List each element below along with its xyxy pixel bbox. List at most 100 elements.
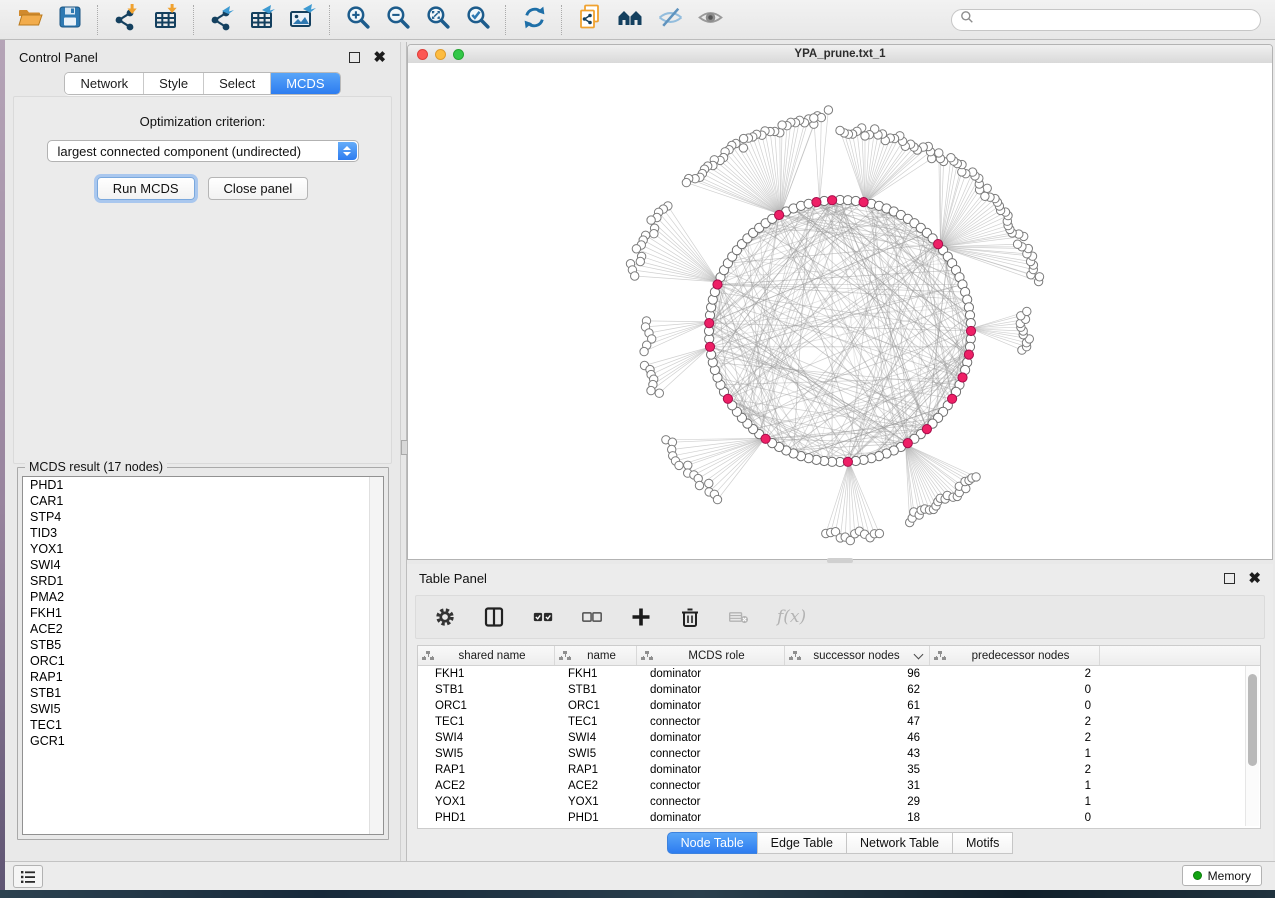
control-panel-tab[interactable]: MCDS bbox=[270, 73, 339, 94]
add-icon[interactable] bbox=[630, 606, 652, 628]
export-image-button[interactable] bbox=[282, 3, 322, 37]
run-mcds-button[interactable]: Run MCDS bbox=[97, 177, 195, 200]
close-window-button[interactable] bbox=[417, 49, 428, 60]
mcds-result-item[interactable]: YOX1 bbox=[23, 541, 383, 557]
mcds-result-item[interactable]: TEC1 bbox=[23, 717, 383, 733]
table-row[interactable]: YOX1 YOX1 connector 29 1 bbox=[418, 794, 1260, 810]
maximize-window-button[interactable] bbox=[453, 49, 464, 60]
mcds-result-item[interactable]: RAP1 bbox=[23, 669, 383, 685]
import-network-button[interactable] bbox=[106, 3, 146, 37]
zoom-fit-button[interactable] bbox=[418, 3, 458, 37]
network-canvas[interactable] bbox=[408, 63, 1272, 559]
table-row[interactable]: PHD1 PHD1 dominator 18 0 bbox=[418, 810, 1260, 826]
network-graph bbox=[408, 63, 1272, 560]
network-window[interactable]: YPA_prune.txt_1 bbox=[407, 44, 1273, 560]
control-panel-tab[interactable]: Select bbox=[203, 73, 270, 94]
apply-layout-button[interactable] bbox=[514, 3, 554, 37]
hide-selected-button[interactable] bbox=[650, 3, 690, 37]
mcds-result-item[interactable]: STP4 bbox=[23, 509, 383, 525]
table-row[interactable]: TEC1 TEC1 connector 47 2 bbox=[418, 714, 1260, 730]
mcds-result-item[interactable]: CAR1 bbox=[23, 493, 383, 509]
mcds-result-item[interactable]: ORC1 bbox=[23, 653, 383, 669]
control-panel-tab[interactable]: Style bbox=[143, 73, 203, 94]
main-toolbar bbox=[0, 0, 1275, 40]
column-header[interactable]: MCDS role bbox=[637, 646, 785, 665]
float-table-panel-icon[interactable] bbox=[1224, 573, 1235, 584]
minimize-window-button[interactable] bbox=[435, 49, 446, 60]
mcds-result-title: MCDS result (17 nodes) bbox=[25, 460, 167, 474]
column-header[interactable]: predecessor nodes bbox=[930, 646, 1100, 665]
horizontal-splitter-handle[interactable] bbox=[827, 558, 853, 563]
select-all-icon[interactable] bbox=[532, 606, 554, 628]
column-header[interactable]: name bbox=[555, 646, 637, 665]
node-table-header: shared name name MCDS role successor nod… bbox=[418, 646, 1260, 666]
first-neighbors-button[interactable] bbox=[610, 3, 650, 37]
new-network-from-selection-button[interactable] bbox=[570, 3, 610, 37]
mcds-result-item[interactable]: STB1 bbox=[23, 685, 383, 701]
mcds-result-item[interactable]: SRD1 bbox=[23, 573, 383, 589]
toolbar-separator bbox=[97, 5, 99, 35]
save-session-button[interactable] bbox=[50, 3, 90, 37]
memory-label: Memory bbox=[1208, 869, 1251, 883]
mcds-result-item[interactable]: PMA2 bbox=[23, 589, 383, 605]
desktop-wallpaper-bottom bbox=[0, 890, 1275, 898]
show-all-button[interactable] bbox=[690, 3, 730, 37]
float-panel-icon[interactable] bbox=[349, 52, 360, 63]
table-row[interactable]: FKH1 FKH1 dominator 96 2 bbox=[418, 666, 1260, 682]
toolbar-separator bbox=[561, 5, 563, 35]
control-panel: Control Panel ✖ NetworkStyleSelectMCDS O… bbox=[5, 42, 400, 862]
table-row[interactable]: ACE2 ACE2 connector 31 1 bbox=[418, 778, 1260, 794]
memory-button[interactable]: Memory bbox=[1182, 865, 1262, 886]
open-file-button[interactable] bbox=[10, 3, 50, 37]
export-table-button[interactable] bbox=[242, 3, 282, 37]
optimization-criterion-label: Optimization criterion: bbox=[14, 114, 391, 129]
search-input[interactable] bbox=[974, 12, 1252, 28]
table-row[interactable]: STB1 STB1 dominator 62 0 bbox=[418, 682, 1260, 698]
mcds-list-scrollbar[interactable] bbox=[369, 477, 383, 834]
mcds-result-item[interactable]: TID3 bbox=[23, 525, 383, 541]
column-header[interactable]: successor nodes bbox=[785, 646, 930, 665]
mcds-result-item[interactable]: STB5 bbox=[23, 637, 383, 653]
table-row[interactable]: SWI5 SWI5 connector 43 1 bbox=[418, 746, 1260, 762]
delete-column-icon[interactable] bbox=[728, 606, 750, 628]
table-tab[interactable]: Node Table bbox=[667, 832, 758, 854]
table-tab[interactable]: Edge Table bbox=[757, 832, 847, 854]
zoom-selected-button[interactable] bbox=[458, 3, 498, 37]
gear-icon[interactable] bbox=[434, 606, 456, 628]
mcds-result-list[interactable]: PHD1CAR1STP4TID3YOX1SWI4SRD1PMA2FKH1ACE2… bbox=[22, 476, 384, 835]
import-table-button[interactable] bbox=[146, 3, 186, 37]
table-scrollbar-thumb[interactable] bbox=[1248, 674, 1257, 766]
toolbar-separator bbox=[193, 5, 195, 35]
close-table-panel-icon[interactable]: ✖ bbox=[1248, 574, 1261, 583]
mcds-result-item[interactable]: FKH1 bbox=[23, 605, 383, 621]
table-tab[interactable]: Motifs bbox=[952, 832, 1013, 854]
vertical-splitter[interactable] bbox=[400, 42, 407, 862]
table-row[interactable]: SWI4 SWI4 dominator 46 2 bbox=[418, 730, 1260, 746]
task-history-button[interactable] bbox=[13, 865, 43, 888]
show-columns-icon[interactable] bbox=[483, 606, 505, 628]
mcds-result-item[interactable]: SWI5 bbox=[23, 701, 383, 717]
list-icon bbox=[20, 870, 36, 884]
status-bar: Memory bbox=[5, 861, 1275, 890]
zoom-out-button[interactable] bbox=[378, 3, 418, 37]
close-panel-button[interactable]: Close panel bbox=[208, 177, 309, 200]
delete-icon[interactable] bbox=[679, 606, 701, 628]
control-panel-tabs: NetworkStyleSelectMCDS bbox=[5, 72, 400, 95]
zoom-in-button[interactable] bbox=[338, 3, 378, 37]
function-builder-icon[interactable]: f(x) bbox=[777, 607, 806, 627]
network-window-titlebar[interactable]: YPA_prune.txt_1 bbox=[408, 45, 1272, 64]
mcds-result-item[interactable]: GCR1 bbox=[23, 733, 383, 749]
table-row[interactable]: RAP1 RAP1 dominator 35 2 bbox=[418, 762, 1260, 778]
criterion-dropdown[interactable]: largest connected component (undirected) bbox=[47, 140, 359, 162]
control-panel-tab[interactable]: Network bbox=[65, 73, 143, 94]
close-panel-icon[interactable]: ✖ bbox=[373, 53, 386, 62]
table-row[interactable]: ORC1 ORC1 dominator 61 0 bbox=[418, 698, 1260, 714]
table-tab[interactable]: Network Table bbox=[846, 832, 953, 854]
mcds-result-item[interactable]: SWI4 bbox=[23, 557, 383, 573]
mcds-result-item[interactable]: PHD1 bbox=[23, 477, 383, 493]
column-header[interactable]: shared name bbox=[418, 646, 555, 665]
table-scrollbar[interactable] bbox=[1245, 666, 1259, 826]
export-network-button[interactable] bbox=[202, 3, 242, 37]
mcds-result-item[interactable]: ACE2 bbox=[23, 621, 383, 637]
deselect-all-icon[interactable] bbox=[581, 606, 603, 628]
